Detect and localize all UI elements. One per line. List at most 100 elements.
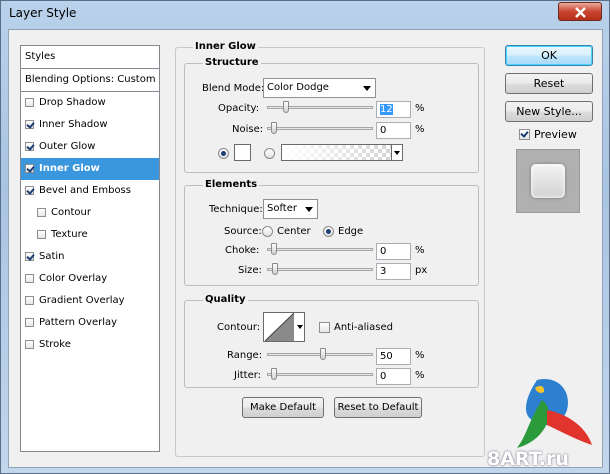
source-center-radio[interactable] (262, 226, 273, 237)
reset-to-default-button[interactable]: Reset to Default (334, 397, 422, 418)
size-slider[interactable] (267, 263, 373, 275)
new-style-button[interactable]: New Style... (505, 101, 593, 122)
style-item[interactable]: Bevel and Emboss (21, 180, 159, 202)
style-item-label: Inner Glow (39, 163, 100, 174)
source-label: Source: (224, 226, 262, 237)
noise-input[interactable]: 0 (376, 122, 411, 139)
styles-header[interactable]: Styles (21, 46, 159, 69)
jitter-unit: % (415, 370, 425, 381)
blend-mode-select[interactable]: Color Dodge (263, 78, 376, 98)
style-item-label: Outer Glow (39, 141, 96, 152)
gradient-dropdown-button[interactable] (391, 145, 402, 160)
technique-select[interactable]: Softer (263, 199, 318, 219)
style-item-checkbox[interactable] (25, 274, 34, 283)
jitter-slider[interactable] (267, 368, 373, 380)
chevron-down-icon (297, 325, 303, 329)
style-item-checkbox[interactable] (37, 230, 46, 239)
contour-picker[interactable] (263, 312, 305, 342)
style-item[interactable]: Inner Shadow (21, 114, 159, 136)
gradient-radio[interactable] (264, 148, 275, 159)
blending-options-item[interactable]: Blending Options: Custom (21, 69, 159, 92)
style-item[interactable]: Outer Glow (21, 136, 159, 158)
parrot-logo (517, 379, 592, 448)
chevron-down-icon (305, 207, 313, 212)
choke-slider-thumb[interactable] (271, 243, 277, 255)
style-item[interactable]: Texture (21, 224, 159, 246)
choke-label: Choke: (225, 245, 260, 256)
window-title: Layer Style (9, 6, 77, 20)
range-slider[interactable] (267, 348, 373, 360)
noise-slider[interactable] (267, 122, 373, 134)
opacity-input[interactable]: 12 (376, 101, 411, 118)
reset-button[interactable]: Reset (505, 73, 593, 94)
quality-title: Quality (203, 294, 248, 305)
preview-label[interactable]: Preview (534, 128, 577, 141)
opacity-label: Opacity: (218, 103, 260, 114)
opacity-slider[interactable] (267, 101, 373, 113)
style-item-checkbox[interactable] (25, 186, 34, 195)
contour-label: Contour: (217, 322, 261, 333)
anti-aliased-checkbox[interactable] (319, 322, 330, 333)
chevron-down-icon (363, 86, 371, 91)
source-edge-label[interactable]: Edge (338, 226, 363, 237)
make-default-button[interactable]: Make Default (242, 397, 324, 418)
glow-color-swatch[interactable] (234, 144, 251, 161)
style-item[interactable]: Pattern Overlay (21, 312, 159, 334)
style-item[interactable]: Drop Shadow (21, 92, 159, 114)
contour-curve-icon (265, 313, 294, 341)
style-item-checkbox[interactable] (25, 340, 34, 349)
range-input[interactable]: 50 (376, 348, 411, 365)
watermark-text: 8ART.ru (487, 448, 569, 470)
choke-unit: % (415, 245, 425, 256)
gradient-picker[interactable] (281, 144, 403, 161)
size-label: Size: (238, 265, 262, 276)
noise-unit: % (415, 124, 425, 135)
blend-mode-label: Blend Mode: (202, 83, 265, 94)
style-item[interactable]: Gradient Overlay (21, 290, 159, 312)
styles-list: Styles Blending Options: Custom Drop Sha… (20, 45, 160, 452)
size-slider-thumb[interactable] (272, 263, 278, 275)
style-item[interactable]: Satin (21, 246, 159, 268)
noise-slider-thumb[interactable] (271, 122, 277, 134)
style-item[interactable]: Color Overlay (21, 268, 159, 290)
close-button[interactable] (558, 2, 602, 21)
style-item-label: Gradient Overlay (39, 295, 125, 306)
preview-checkbox[interactable] (519, 129, 530, 140)
style-item-label: Pattern Overlay (39, 317, 118, 328)
choke-slider[interactable] (267, 243, 373, 255)
noise-label: Noise: (232, 124, 264, 135)
style-item[interactable]: Stroke (21, 334, 159, 356)
range-label: Range: (227, 350, 263, 361)
source-center-label[interactable]: Center (277, 226, 311, 237)
style-item-label: Inner Shadow (39, 119, 108, 130)
ok-button[interactable]: OK (505, 45, 593, 66)
style-item[interactable]: Inner Glow (21, 158, 159, 180)
choke-input[interactable]: 0 (376, 243, 411, 260)
style-item[interactable]: Contour (21, 202, 159, 224)
elements-title: Elements (203, 179, 260, 190)
style-item-checkbox[interactable] (25, 164, 34, 173)
opacity-unit: % (415, 103, 425, 114)
source-edge-radio[interactable] (323, 226, 334, 237)
technique-label: Technique: (209, 204, 263, 215)
style-item-checkbox[interactable] (25, 296, 34, 305)
layer-style-window: Layer Style Styles Blending Options: Cus… (0, 0, 610, 474)
style-item-label: Contour (51, 207, 91, 218)
jitter-input[interactable]: 0 (376, 368, 411, 385)
style-item-checkbox[interactable] (37, 208, 46, 217)
style-item-checkbox[interactable] (25, 142, 34, 151)
style-item-checkbox[interactable] (25, 120, 34, 129)
style-item-checkbox[interactable] (25, 252, 34, 261)
opacity-slider-thumb[interactable] (283, 101, 289, 113)
style-item-checkbox[interactable] (25, 98, 34, 107)
jitter-slider-thumb[interactable] (271, 368, 277, 380)
anti-aliased-label[interactable]: Anti-aliased (334, 322, 393, 333)
color-radio[interactable] (218, 148, 229, 159)
jitter-label: Jitter: (234, 370, 262, 381)
chevron-down-icon (394, 151, 400, 155)
range-slider-thumb[interactable] (320, 348, 326, 360)
range-unit: % (415, 350, 425, 361)
style-item-checkbox[interactable] (25, 318, 34, 327)
style-item-label: Stroke (39, 339, 71, 350)
size-input[interactable]: 3 (376, 263, 411, 280)
